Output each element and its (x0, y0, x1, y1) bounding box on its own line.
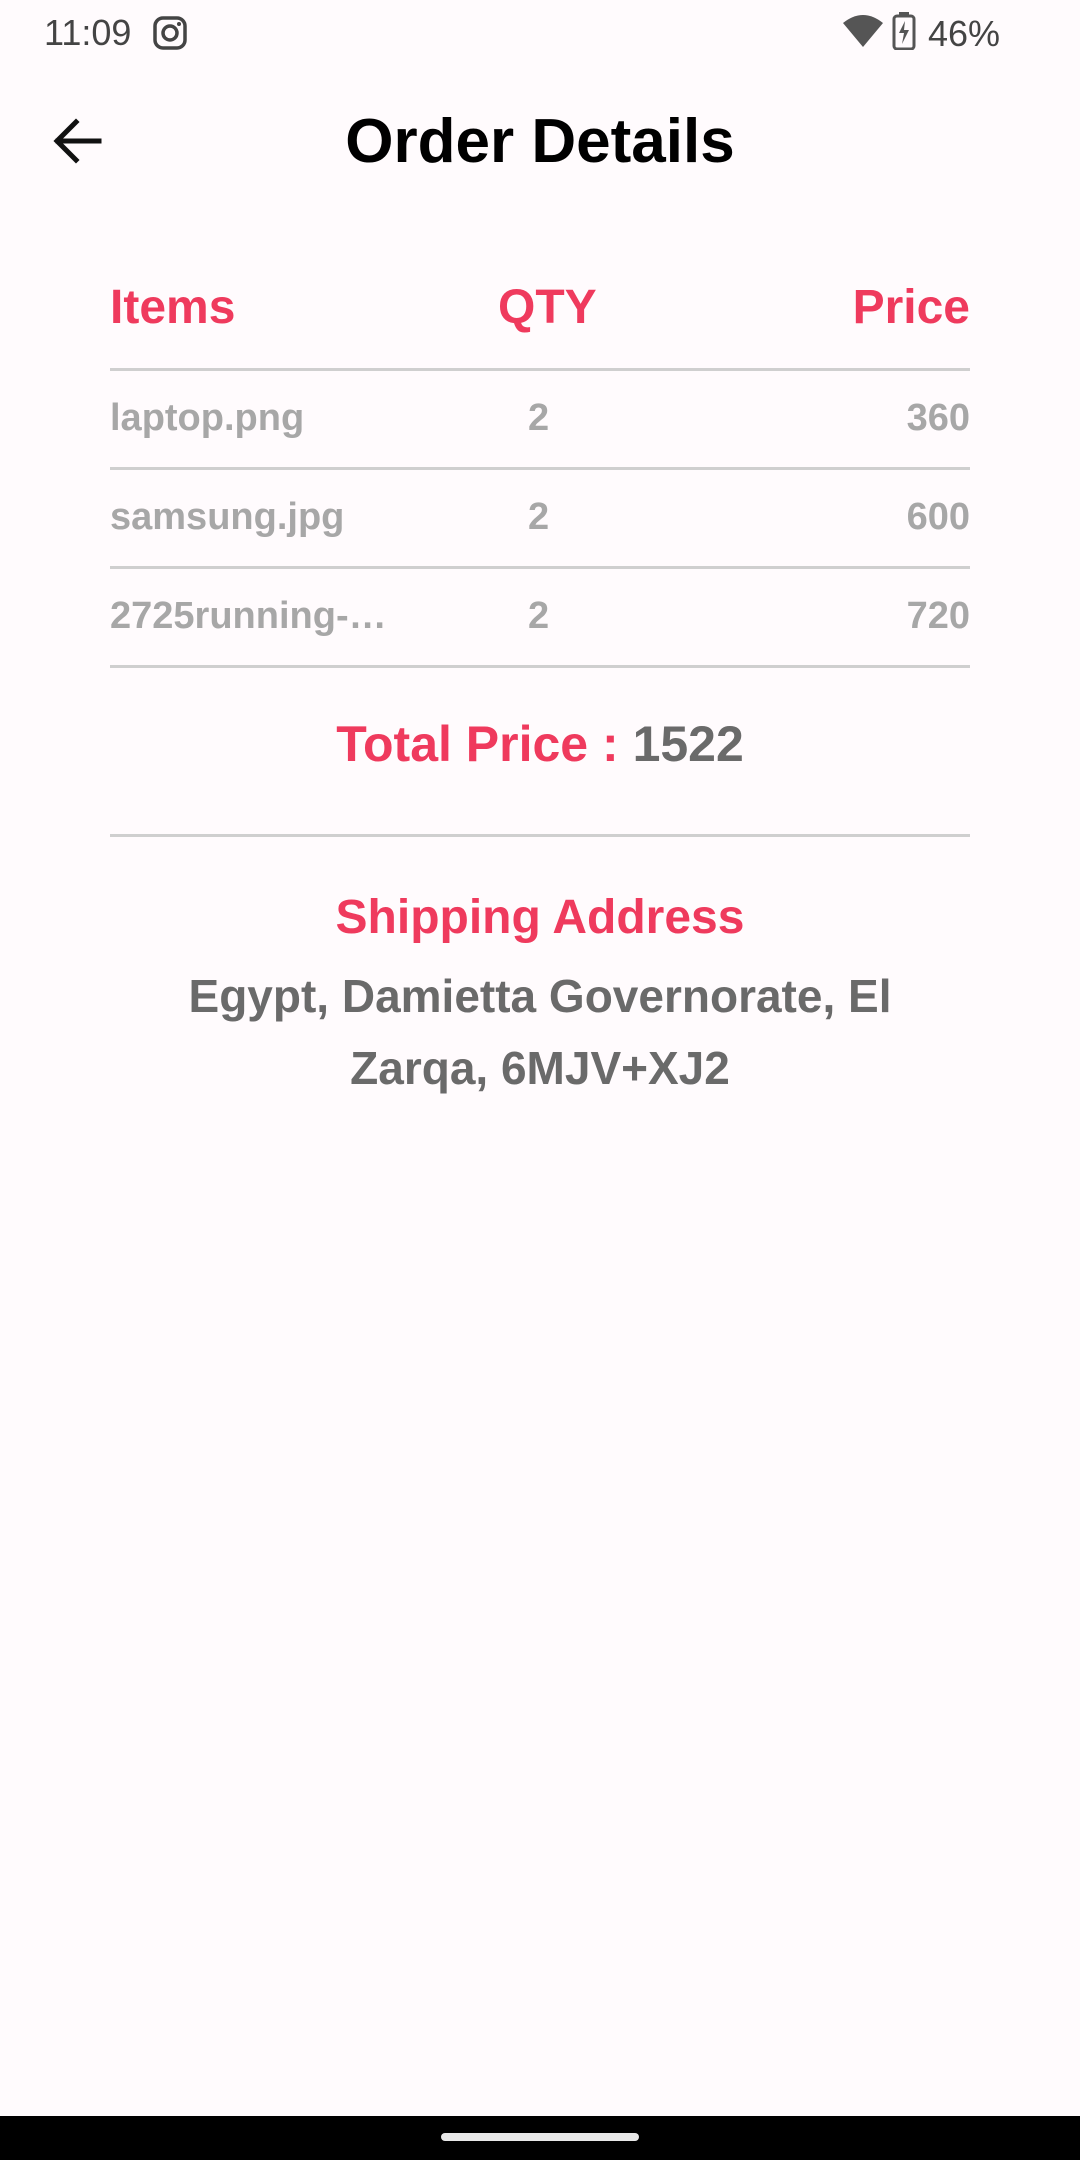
row-item-price: 360 (906, 397, 970, 439)
row-item-qty: 2 (528, 397, 550, 439)
instagram-icon (152, 15, 188, 51)
table-row: samsung.jpg 2 600 (110, 470, 970, 569)
total-price: Total Price : 1522 (110, 715, 970, 773)
column-header-qty: QTY (498, 281, 597, 334)
total-price-label: Total Price : (336, 716, 633, 772)
row-item-name: laptop.png (110, 397, 305, 439)
column-header-items: Items (110, 281, 236, 334)
shipping-address-text: Egypt, Damietta Governorate, El Zarqa, 6… (188, 970, 892, 1094)
row-item-name: samsung.jpg (110, 496, 345, 538)
divider (110, 834, 970, 837)
row-item-name: 2725running-… (110, 595, 387, 637)
home-gesture-handle[interactable] (441, 2133, 639, 2141)
row-item-price: 720 (906, 595, 970, 637)
app-bar: Order Details (0, 88, 1080, 198)
row-item-qty: 2 (528, 595, 550, 637)
table-header: Items QTY Price (110, 260, 970, 371)
battery-charging-icon (892, 12, 916, 55)
column-header-price: Price (852, 281, 970, 334)
battery-percentage: 46% (927, 12, 1000, 54)
table-row: laptop.png 2 360 (110, 371, 970, 470)
system-navigation-bar (0, 2116, 1080, 2160)
status-icons: 46% (842, 12, 1000, 55)
status-bar: 11:09 46% (0, 0, 1080, 66)
order-items-table: Items QTY Price laptop.png 2 360 samsung… (110, 260, 970, 668)
status-time: 11:09 (44, 12, 132, 53)
row-item-qty: 2 (528, 496, 550, 538)
total-price-value: 1522 (632, 716, 744, 772)
row-item-price: 600 (906, 496, 970, 538)
shipping-address-title: Shipping Address (335, 891, 745, 944)
wifi-icon (842, 14, 884, 53)
table-row: 2725running-… 2 720 (110, 569, 970, 668)
page-title: Order Details (345, 107, 735, 176)
